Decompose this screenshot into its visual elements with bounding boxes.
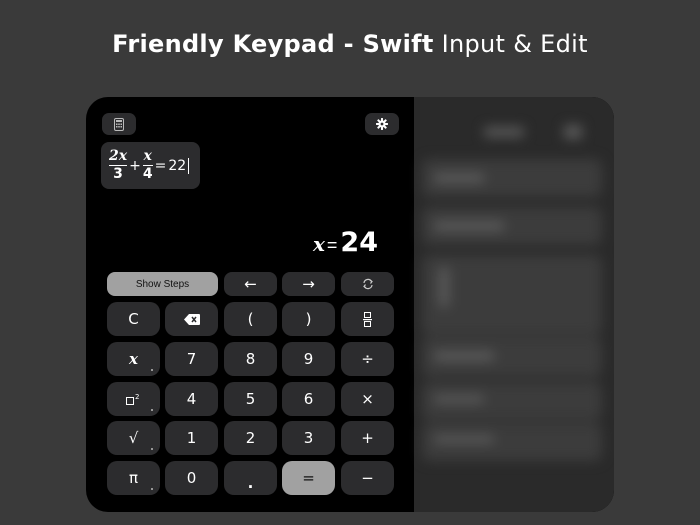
digit-0-key[interactable]: 0 bbox=[165, 461, 218, 495]
digit-0-label: 0 bbox=[186, 469, 197, 487]
close-paren-key[interactable]: ) bbox=[282, 302, 335, 336]
square-key[interactable]: 2 bbox=[107, 382, 160, 416]
solution-value: 24 bbox=[340, 227, 378, 258]
show-steps-label: Show Steps bbox=[135, 278, 190, 290]
plus-operator: + bbox=[129, 157, 141, 174]
svg-text:2: 2 bbox=[135, 393, 139, 401]
divide-label: ÷ bbox=[361, 350, 374, 368]
page-headline: Friendly Keypad - Swift Input & Edit bbox=[0, 30, 700, 58]
more-options-dot bbox=[151, 448, 153, 450]
more-options-dot bbox=[151, 488, 153, 490]
digit-9-label: 9 bbox=[303, 350, 314, 368]
term1-denominator: 3 bbox=[113, 166, 123, 183]
digit-7-label: 7 bbox=[186, 350, 197, 368]
settings-button[interactable] bbox=[365, 113, 399, 135]
digit-3-key[interactable]: 3 bbox=[282, 421, 335, 455]
divide-key[interactable]: ÷ bbox=[341, 342, 394, 376]
left-arrow-icon: ← bbox=[244, 275, 257, 293]
digit-6-key[interactable]: 6 bbox=[282, 382, 335, 416]
refresh-button[interactable] bbox=[341, 272, 394, 296]
digit-8-label: 8 bbox=[245, 350, 256, 368]
plus-key[interactable]: + bbox=[341, 421, 394, 455]
term2-numerator: x bbox=[143, 147, 152, 164]
digit-3-label: 3 bbox=[303, 429, 314, 447]
fraction-term-2: x 4 bbox=[142, 147, 153, 183]
digit-9-key[interactable]: 9 bbox=[282, 342, 335, 376]
more-options-dot bbox=[151, 409, 153, 411]
minus-key[interactable]: − bbox=[341, 461, 394, 495]
digit-4-label: 4 bbox=[186, 390, 197, 408]
blurred-history-panel bbox=[414, 97, 614, 512]
equals-key[interactable]: = bbox=[282, 461, 335, 495]
fraction-term-1: 2x 3 bbox=[109, 147, 128, 183]
calculator-icon bbox=[114, 117, 124, 131]
digit-4-key[interactable]: 4 bbox=[165, 382, 218, 416]
headline-regular: Input & Edit bbox=[441, 30, 588, 58]
calculator-menu-button[interactable] bbox=[102, 113, 136, 135]
backspace-icon bbox=[183, 313, 200, 325]
clear-label: C bbox=[128, 310, 139, 328]
clear-button[interactable]: C bbox=[107, 302, 160, 336]
decimal-key[interactable]: . bbox=[224, 461, 277, 495]
fraction-key[interactable] bbox=[341, 302, 394, 336]
open-paren-label: ( bbox=[247, 310, 254, 328]
solution-display: x = 24 bbox=[313, 227, 378, 258]
text-cursor bbox=[188, 157, 190, 174]
expression-rhs: 22 bbox=[168, 157, 187, 174]
digit-5-key[interactable]: 5 bbox=[224, 382, 277, 416]
solution-variable: x bbox=[312, 232, 325, 256]
digit-2-label: 2 bbox=[245, 429, 256, 447]
plus-label: + bbox=[361, 429, 374, 447]
digit-8-key[interactable]: 8 bbox=[224, 342, 277, 376]
right-arrow-icon: → bbox=[302, 275, 315, 293]
expression-input[interactable]: 2x 3 + x 4 = 22 bbox=[101, 142, 200, 189]
multiply-label: × bbox=[361, 390, 374, 408]
multiply-key[interactable]: × bbox=[341, 382, 394, 416]
close-paren-label: ) bbox=[305, 310, 312, 328]
open-paren-key[interactable]: ( bbox=[224, 302, 277, 336]
digit-1-key[interactable]: 1 bbox=[165, 421, 218, 455]
digit-6-label: 6 bbox=[303, 390, 314, 408]
show-steps-button[interactable]: Show Steps bbox=[107, 272, 218, 296]
backspace-button[interactable] bbox=[165, 302, 218, 336]
variable-x-label: x bbox=[129, 350, 138, 368]
solution-equals: = bbox=[326, 235, 338, 255]
minus-label: − bbox=[361, 469, 374, 487]
equals-operator: = bbox=[154, 157, 167, 174]
decimal-label: . bbox=[247, 474, 254, 492]
square-power-icon: 2 bbox=[125, 393, 139, 405]
variable-x-key[interactable]: x bbox=[107, 342, 160, 376]
pi-label: π bbox=[128, 469, 139, 487]
pi-key[interactable]: π bbox=[107, 461, 160, 495]
refresh-icon bbox=[362, 278, 373, 290]
digit-7-key[interactable]: 7 bbox=[165, 342, 218, 376]
cursor-right-button[interactable]: → bbox=[282, 272, 335, 296]
more-options-dot bbox=[151, 369, 153, 371]
gear-icon bbox=[376, 118, 388, 130]
digit-1-label: 1 bbox=[186, 429, 197, 447]
digit-2-key[interactable]: 2 bbox=[224, 421, 277, 455]
fraction-icon bbox=[363, 311, 372, 327]
term2-denominator: 4 bbox=[142, 166, 153, 183]
equals-label: = bbox=[302, 469, 315, 487]
digit-5-label: 5 bbox=[245, 390, 256, 408]
cursor-left-button[interactable]: ← bbox=[224, 272, 277, 296]
headline-bold: Friendly Keypad - Swift bbox=[112, 30, 434, 58]
term1-numerator: 2x bbox=[109, 147, 128, 164]
calculator-device: 2x 3 + x 4 = 22 x = 24 Show Steps ← → C … bbox=[86, 97, 614, 512]
sqrt-key[interactable]: √ bbox=[107, 421, 160, 455]
sqrt-label: √ bbox=[128, 429, 139, 447]
